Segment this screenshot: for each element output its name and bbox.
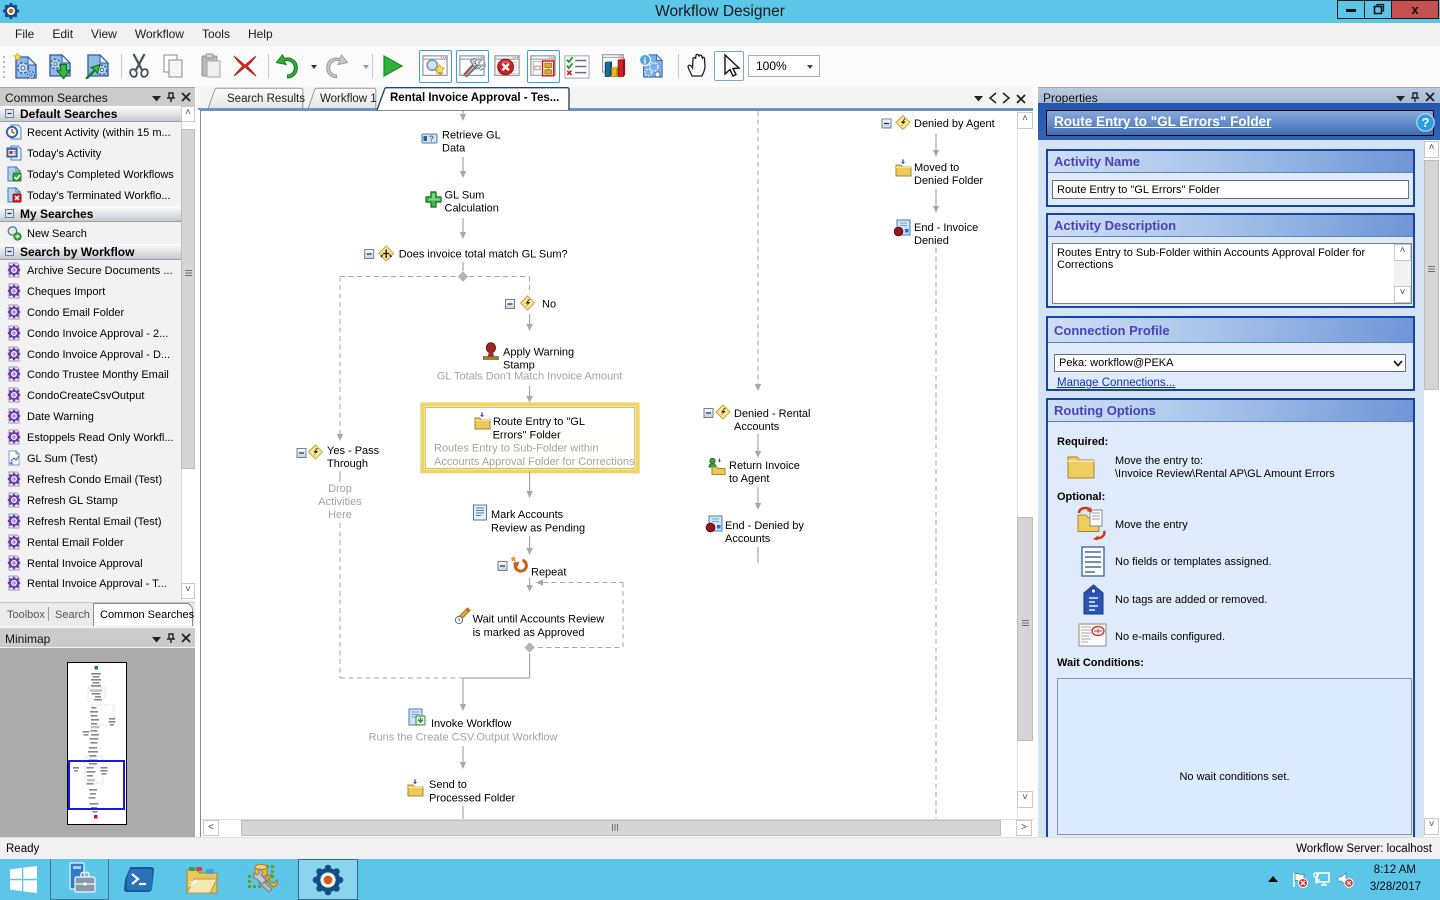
svg-text:Yes - Pass: Yes - Pass [327,445,380,457]
svg-text:Denied: Denied [914,235,949,247]
svg-text:?: ? [1422,115,1430,130]
svg-text:Apply Warning: Apply Warning [503,347,574,359]
svg-text:Review as Pending: Review as Pending [491,523,585,535]
svg-text:Repeat: Repeat [531,567,566,579]
svg-text:Denied by Agent: Denied by Agent [914,118,995,130]
svg-text:Retrieve GL: Retrieve GL [442,130,501,142]
svg-text:Return Invoice: Return Invoice [729,460,800,472]
svg-text:No: No [542,299,556,311]
svg-text:Accounts: Accounts [734,421,780,433]
svg-text:is marked as Approved: is marked as Approved [473,627,585,639]
svg-text:Calculation: Calculation [445,203,499,215]
svg-text:Wait until Accounts Review: Wait until Accounts Review [473,614,605,626]
svg-text:GL Totals Don't Match Invoice: GL Totals Don't Match Invoice Amount [437,371,623,383]
svg-text:End - Invoice: End - Invoice [914,222,978,234]
svg-text:Runs the Create CSV.Output Wor: Runs the Create CSV.Output Workflow [369,732,558,744]
svg-text:Through: Through [327,458,368,470]
svg-text:GL Sum: GL Sum [445,190,485,202]
svg-text:Errors" Folder: Errors" Folder [493,430,561,442]
svg-text:Does invoice total match GL Su: Does invoice total match GL Sum? [399,249,568,261]
svg-text:Mark Accounts: Mark Accounts [491,509,564,521]
svg-text:Data: Data [442,143,466,155]
svg-text:to Agent: to Agent [729,473,769,485]
svg-text:?: ? [429,135,434,144]
svg-text:Denied - Rental: Denied - Rental [734,408,810,420]
svg-text:Routes Entry to Sub-Folder wit: Routes Entry to Sub-Folder within [434,443,598,455]
svg-text:End - Denied by: End - Denied by [725,520,804,532]
svg-text:Moved to: Moved to [914,162,959,174]
svg-text:Send to: Send to [429,779,467,791]
svg-text:Route Entry to "GL: Route Entry to "GL [493,416,585,428]
svg-text:Invoke Workflow: Invoke Workflow [431,718,512,730]
svg-text:Denied Folder: Denied Folder [914,175,983,187]
svg-text:Processed Folder: Processed Folder [429,793,516,805]
svg-text:i: i [644,57,647,67]
svg-text:Here: Here [328,509,352,521]
svg-text:Accounts Approval Folder for C: Accounts Approval Folder for Corrections [434,456,635,468]
svg-text:Drop: Drop [328,483,352,495]
svg-text:Activities: Activities [318,496,362,508]
svg-text:Accounts: Accounts [725,533,771,545]
